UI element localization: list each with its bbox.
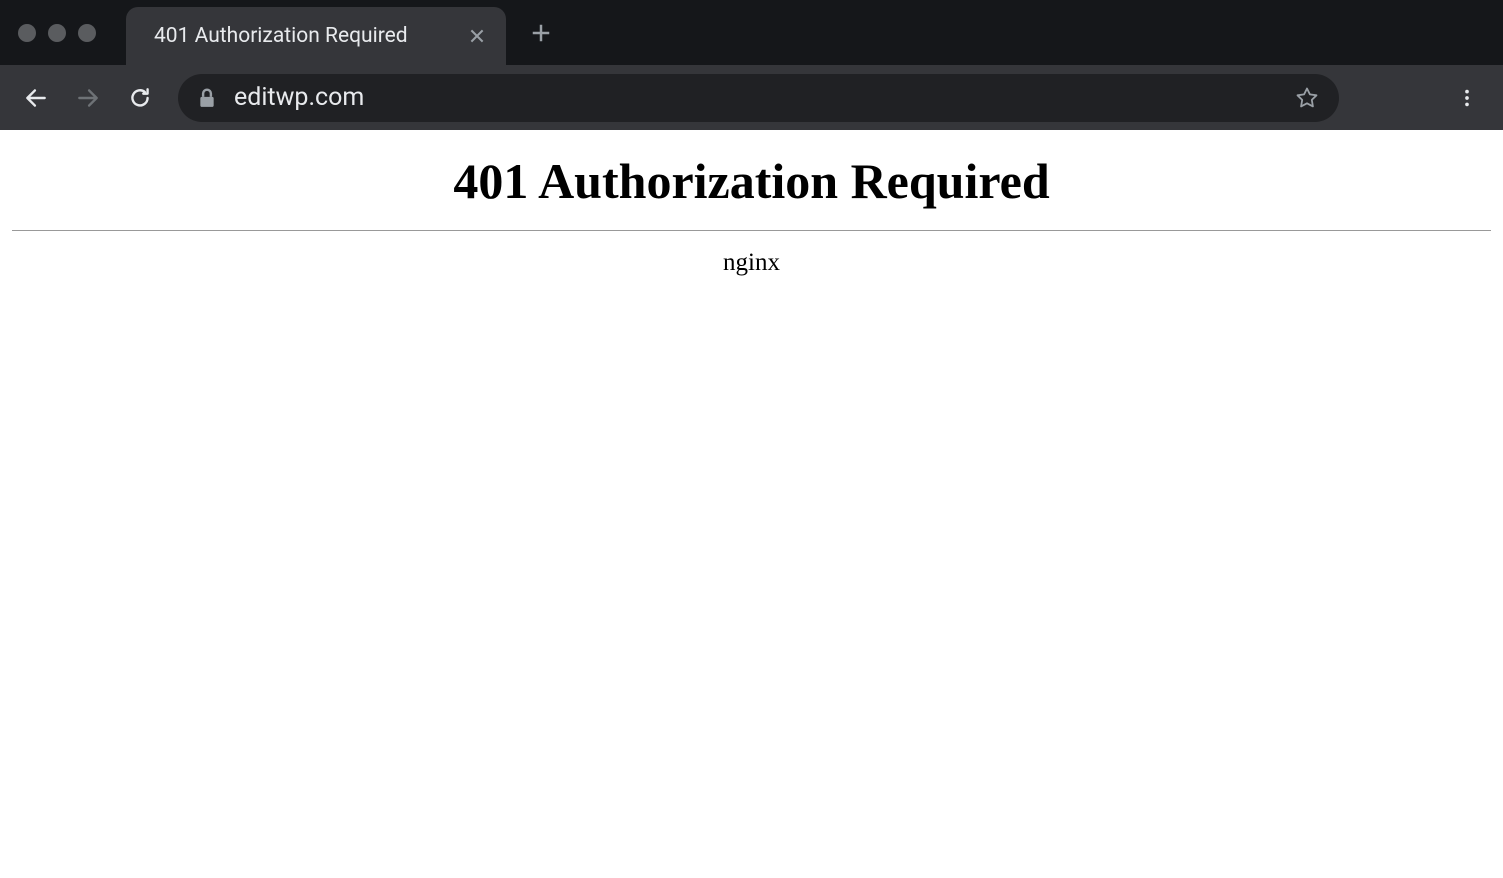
- reload-button[interactable]: [118, 76, 162, 120]
- browser-tab[interactable]: 401 Authorization Required: [126, 7, 506, 65]
- page-content: 401 Authorization Required nginx: [0, 130, 1503, 291]
- error-heading: 401 Authorization Required: [12, 152, 1491, 210]
- divider: [12, 230, 1491, 231]
- reload-icon: [127, 85, 153, 111]
- arrow-right-icon: [75, 85, 101, 111]
- kebab-menu-icon: [1456, 87, 1478, 109]
- new-tab-button[interactable]: [530, 22, 552, 44]
- url-text: editwp.com: [234, 83, 1295, 112]
- close-icon: [468, 27, 486, 45]
- star-icon: [1295, 86, 1319, 110]
- close-tab-button[interactable]: [468, 27, 486, 45]
- browser-menu-button[interactable]: [1445, 76, 1489, 120]
- address-bar[interactable]: editwp.com: [178, 74, 1339, 122]
- bookmark-button[interactable]: [1295, 86, 1319, 110]
- arrow-left-icon: [23, 85, 49, 111]
- lock-icon: [198, 88, 216, 108]
- tab-title: 401 Authorization Required: [154, 24, 448, 48]
- window-minimize-button[interactable]: [48, 24, 66, 42]
- plus-icon: [530, 22, 552, 44]
- window-close-button[interactable]: [18, 24, 36, 42]
- browser-toolbar: editwp.com: [0, 65, 1503, 130]
- forward-button[interactable]: [66, 76, 110, 120]
- tab-bar: 401 Authorization Required: [0, 0, 1503, 65]
- browser-chrome: 401 Authorization Required: [0, 0, 1503, 130]
- server-name: nginx: [12, 249, 1491, 277]
- window-controls: [18, 24, 96, 42]
- window-maximize-button[interactable]: [78, 24, 96, 42]
- back-button[interactable]: [14, 76, 58, 120]
